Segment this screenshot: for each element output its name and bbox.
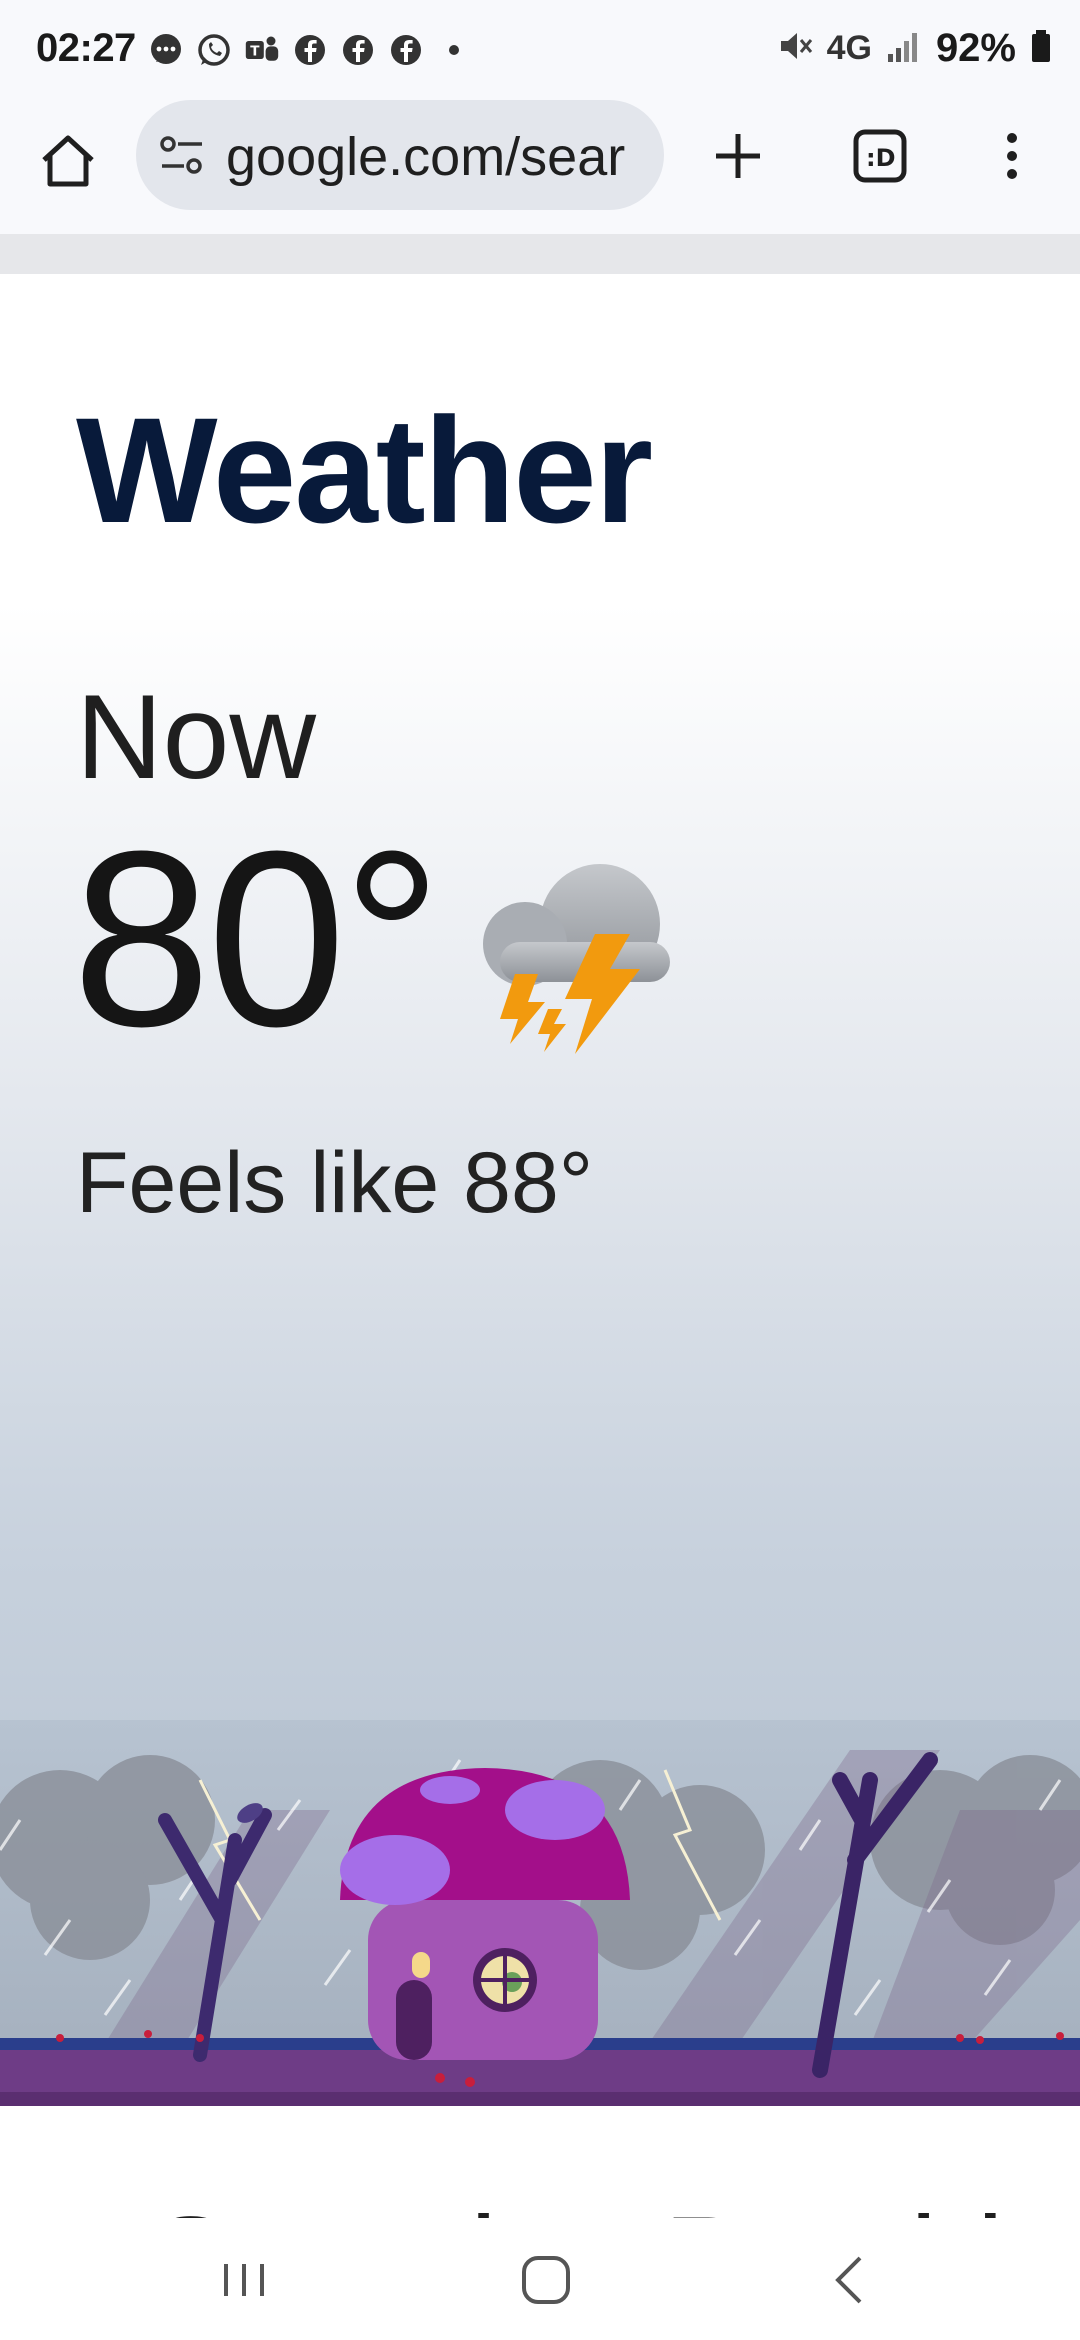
facebook-icon bbox=[340, 32, 376, 68]
recent-apps-button[interactable] bbox=[212, 2248, 276, 2312]
notification-icons: T bbox=[148, 32, 472, 68]
url-bar[interactable]: google.com/sear bbox=[136, 100, 664, 210]
overflow-menu-button[interactable] bbox=[996, 124, 1028, 188]
site-settings-icon[interactable] bbox=[158, 132, 206, 178]
tab-switcher-icon: :D bbox=[853, 129, 907, 183]
browser-toolbar: google.com/sear :D bbox=[0, 100, 1080, 234]
network-type: 4G bbox=[826, 29, 872, 67]
weather-illustration bbox=[0, 1720, 1080, 2110]
next-section-heading: Sanraine Preciri bbox=[150, 2190, 1004, 2218]
svg-text:T: T bbox=[250, 43, 260, 59]
home-button[interactable] bbox=[36, 130, 100, 194]
more-notifications-dot-icon bbox=[436, 32, 472, 68]
facebook-icon bbox=[292, 32, 328, 68]
battery-icon bbox=[1030, 28, 1052, 69]
new-tab-button[interactable] bbox=[706, 124, 770, 188]
home-nav-button[interactable] bbox=[514, 2248, 578, 2312]
status-bar: 02:27 T 4G 92% bbox=[0, 0, 1080, 100]
toolbar-divider bbox=[0, 234, 1080, 274]
next-section: Sanraine Preciri bbox=[0, 2106, 1080, 2218]
more-vert-icon bbox=[1007, 133, 1017, 179]
url-text[interactable]: google.com/sear bbox=[226, 126, 646, 188]
tab-switcher-button[interactable]: :D bbox=[848, 124, 912, 188]
home-icon bbox=[42, 135, 94, 187]
weather-title: Weather bbox=[76, 386, 653, 554]
home-nav-icon bbox=[522, 2256, 570, 2304]
back-icon bbox=[835, 2256, 862, 2304]
back-button[interactable] bbox=[820, 2248, 884, 2312]
whatsapp-icon bbox=[196, 32, 232, 68]
signal-icon bbox=[886, 28, 922, 69]
feels-like-text: Feels like 88° bbox=[76, 1135, 594, 1231]
mute-icon bbox=[777, 28, 813, 69]
current-temperature: 80° bbox=[72, 799, 442, 1078]
status-time: 02:27 bbox=[36, 26, 136, 70]
plus-icon bbox=[716, 134, 760, 178]
teams-icon: T bbox=[244, 32, 280, 68]
messages-icon bbox=[148, 32, 184, 68]
svg-text::D: :D bbox=[866, 144, 896, 172]
recent-apps-icon bbox=[224, 2264, 264, 2296]
battery-percent: 92% bbox=[935, 26, 1016, 70]
now-label: Now bbox=[76, 670, 317, 804]
facebook-icon bbox=[388, 32, 424, 68]
thunderstorm-icon bbox=[470, 854, 690, 1054]
system-nav-bar bbox=[0, 2218, 1080, 2340]
